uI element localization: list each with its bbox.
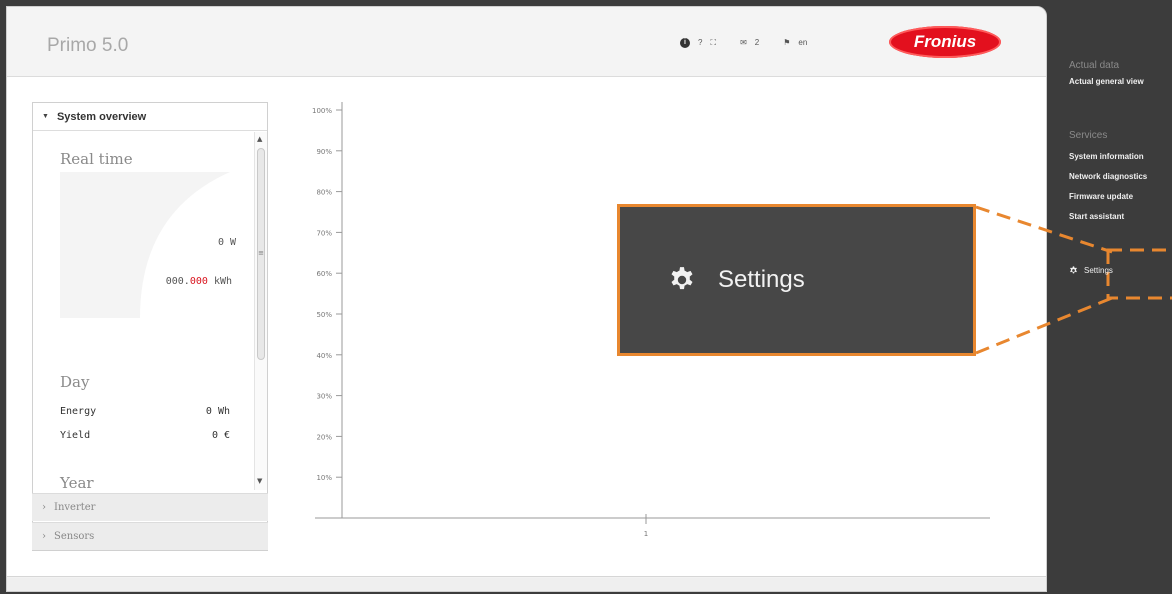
page-title: Primo 5.0 xyxy=(47,35,129,56)
footer-strip xyxy=(7,578,1046,591)
language-code[interactable]: en xyxy=(798,38,807,48)
sensors-accordion[interactable]: › Sensors xyxy=(32,522,268,550)
settings-callout: Settings xyxy=(617,204,976,356)
panel-scrollbar[interactable]: ▲ ≡ ▼ xyxy=(254,132,267,490)
system-overview-title: System overview xyxy=(56,110,147,123)
year-heading: Year xyxy=(60,474,94,490)
gear-icon xyxy=(1070,266,1077,274)
gear-icon xyxy=(671,267,693,290)
inverter-accordion[interactable]: › Inverter xyxy=(32,493,268,521)
system-overview-header[interactable]: ▼ System overview xyxy=(33,103,267,131)
scroll-up-arrow-icon[interactable]: ▲ xyxy=(257,135,262,143)
scroll-down-arrow-icon[interactable]: ▼ xyxy=(257,477,262,485)
info-icon[interactable]: i xyxy=(680,38,690,48)
chevron-right-icon: › xyxy=(42,531,46,542)
day-heading: Day xyxy=(60,373,90,391)
scroll-thumb[interactable]: ≡ xyxy=(257,148,265,360)
chevron-right-icon: › xyxy=(42,502,46,513)
message-count[interactable]: 2 xyxy=(755,38,759,48)
help-icon[interactable]: ? xyxy=(698,38,702,48)
day-energy-row: Energy 0 Wh xyxy=(60,406,230,417)
sidebar-item-network-diagnostics[interactable]: Network diagnostics xyxy=(1069,172,1147,181)
y-tick-label: 60% xyxy=(316,270,332,278)
y-tick-label: 40% xyxy=(316,352,332,360)
sidebar-item-system-information[interactable]: System information xyxy=(1069,152,1144,161)
x-tick-label: 1 xyxy=(644,530,648,538)
services-heading: Services xyxy=(1069,130,1108,141)
real-time-power: 0 W xyxy=(217,237,236,248)
y-tick-label: 20% xyxy=(316,433,332,441)
messages-icon[interactable]: ✉ xyxy=(740,38,747,48)
collapse-triangle-icon: ▼ xyxy=(42,113,49,120)
language-icon[interactable]: ⚑ xyxy=(783,38,790,48)
fullscreen-icon[interactable]: ⛶ xyxy=(710,38,716,48)
y-tick-label: 90% xyxy=(316,148,332,156)
y-tick-label: 50% xyxy=(316,311,332,319)
y-tick-label: 70% xyxy=(316,229,332,237)
system-overview-body: Real time 0 W 000.000 kWh Day Energy 0 Wh… xyxy=(33,132,269,490)
fronius-logo: Fronius xyxy=(889,26,1001,58)
y-tick-label: 10% xyxy=(316,474,332,482)
day-yield-row: Yield 0 € xyxy=(60,430,230,441)
sidebar-item-start-assistant[interactable]: Start assistant xyxy=(1069,212,1124,221)
header-toolbar: i ? ⛶ ✉ 2 ⚑ en xyxy=(680,38,807,48)
right-sidebar: Actual data Actual general view Services… xyxy=(1052,0,1172,594)
real-time-energy: 000.000 kWh xyxy=(165,276,232,287)
sidebar-item-settings[interactable]: Settings xyxy=(1069,266,1113,275)
actual-data-heading: Actual data xyxy=(1069,60,1120,71)
y-tick-label: 100% xyxy=(312,107,332,115)
system-overview-panel: ▼ System overview Real time 0 W 000.000 … xyxy=(32,102,268,551)
header-bar: Primo 5.0 i ? ⛶ ✉ 2 ⚑ en Fronius xyxy=(7,7,1046,77)
callout-settings-label: Settings xyxy=(718,266,805,293)
sidebar-item-actual-general-view[interactable]: Actual general view xyxy=(1069,77,1144,86)
real-time-gauge-box: 0 W 000.000 kWh xyxy=(60,172,236,318)
sidebar-item-firmware-update[interactable]: Firmware update xyxy=(1069,192,1133,201)
y-tick-label: 30% xyxy=(316,393,332,401)
real-time-heading: Real time xyxy=(60,150,133,168)
y-tick-label: 80% xyxy=(316,189,332,197)
